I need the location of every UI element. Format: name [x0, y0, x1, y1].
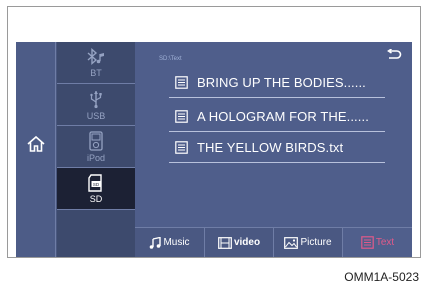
source-label: USB	[86, 110, 106, 121]
music-note-icon	[150, 236, 162, 249]
back-button[interactable]	[384, 46, 404, 64]
source-bt[interactable]: BT	[57, 42, 135, 84]
file-name: A HOLOGRAM FOR THE......	[197, 109, 369, 124]
tab-label: Text	[375, 237, 395, 248]
ipod-icon	[89, 130, 103, 151]
source-label: BT	[90, 67, 102, 78]
sd-card-icon: SD	[88, 173, 102, 192]
source-sd[interactable]: SD SD	[57, 168, 135, 210]
bluetooth-music-icon	[87, 47, 104, 65]
tab-picture[interactable]: Picture	[274, 227, 343, 257]
tab-label: video	[233, 237, 261, 248]
head-unit-screen: BT USB iPod SD SD SD:\Text BRING UP THE …	[16, 42, 412, 257]
source-label: SD	[89, 193, 103, 204]
home-button[interactable]	[16, 122, 56, 166]
text-file-icon	[174, 141, 188, 154]
source-ipod[interactable]: iPod	[57, 126, 135, 168]
file-name: THE YELLOW BIRDS.txt	[197, 140, 344, 155]
text-file-icon	[174, 76, 188, 89]
text-doc-icon	[361, 236, 374, 249]
media-type-tabs: Music video Picture Text	[135, 227, 412, 257]
tab-music[interactable]: Music	[135, 227, 205, 257]
file-row[interactable]: BRING UP THE BODIES......	[169, 68, 385, 98]
text-file-icon	[174, 110, 188, 123]
tab-video[interactable]: video	[205, 227, 274, 257]
file-row[interactable]: A HOLOGRAM FOR THE......	[169, 102, 385, 132]
svg-text:SD: SD	[93, 182, 100, 187]
return-arrow-icon	[387, 49, 402, 59]
usb-icon	[90, 90, 102, 108]
picture-icon	[284, 236, 299, 249]
source-usb[interactable]: USB	[57, 84, 135, 126]
source-list: BT USB iPod SD SD	[57, 42, 135, 257]
file-name: BRING UP THE BODIES......	[197, 75, 366, 90]
folder-path: SD:\Text	[159, 56, 182, 62]
file-browser: SD:\Text BRING UP THE BODIES...... A HOL…	[135, 42, 412, 257]
figure-code: OMM1A-5023	[344, 270, 419, 284]
source-label: iPod	[86, 152, 105, 163]
film-icon	[218, 236, 232, 249]
home-column	[16, 42, 56, 257]
file-row[interactable]: THE YELLOW BIRDS.txt	[169, 133, 385, 163]
tab-label: Picture	[300, 237, 332, 248]
home-icon	[27, 135, 45, 152]
tab-text[interactable]: Text	[343, 227, 412, 257]
tab-label: Music	[163, 237, 190, 248]
